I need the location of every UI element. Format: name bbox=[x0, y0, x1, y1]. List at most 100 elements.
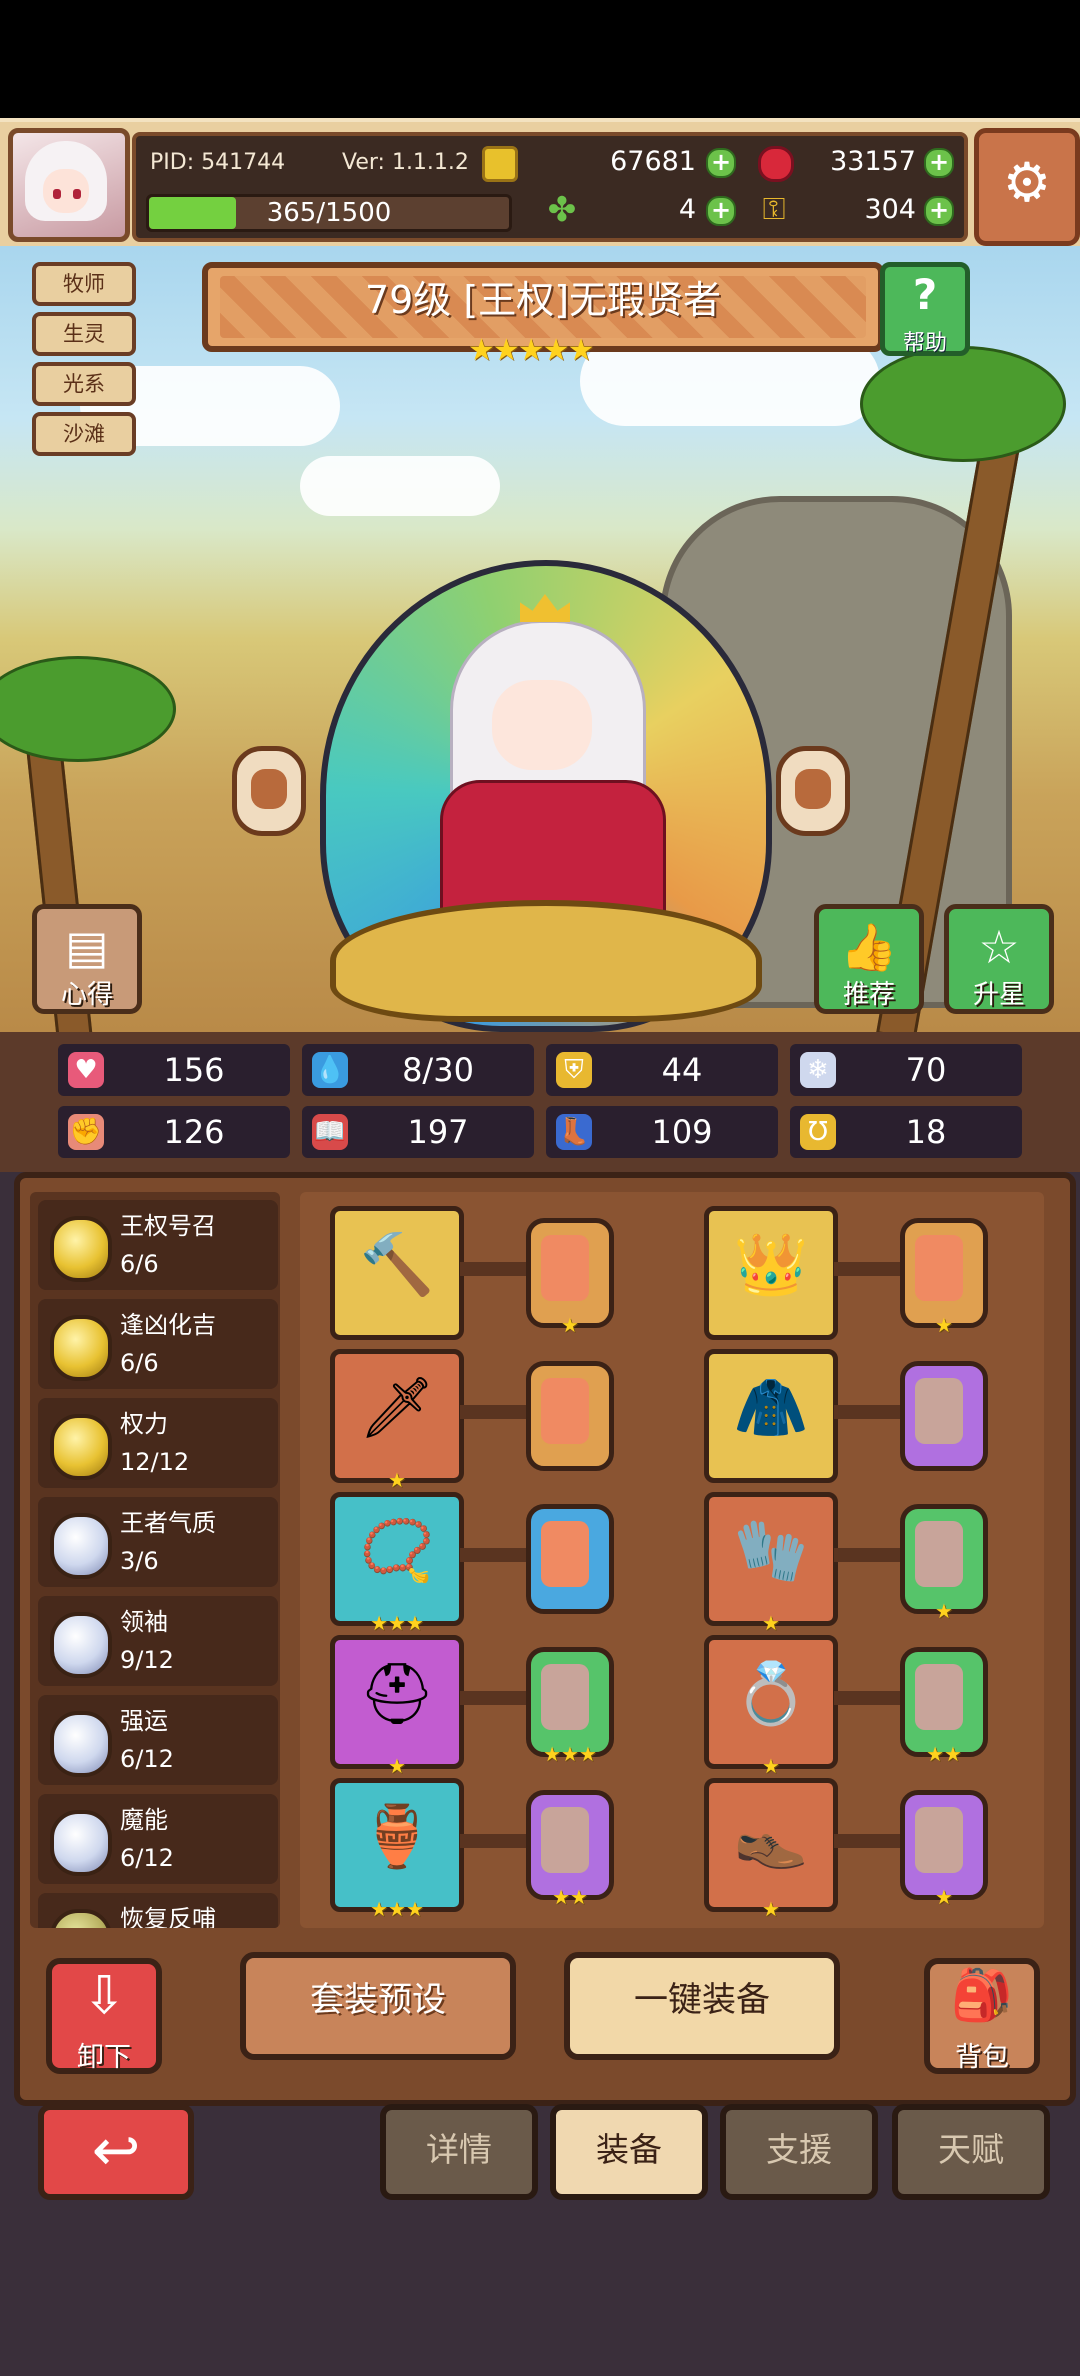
tab-details[interactable]: 详情 bbox=[380, 2104, 538, 2200]
belt-icon: 💍 bbox=[733, 1659, 809, 1729]
tag-race[interactable]: 生灵 bbox=[32, 312, 136, 356]
rune-slot[interactable]: ★ bbox=[526, 1218, 614, 1335]
set-bonus-item[interactable]: 魔能 6/12 bbox=[38, 1794, 278, 1884]
ruby-gem-icon bbox=[758, 146, 794, 182]
status-bar bbox=[0, 0, 1080, 118]
add-gold-button[interactable]: + bbox=[706, 148, 736, 178]
set-name: 王权号召 bbox=[120, 1212, 216, 1240]
thumbs-up-icon: 👍 bbox=[840, 920, 898, 974]
set-bonus-item[interactable]: 权力 12/12 bbox=[38, 1398, 278, 1488]
set-preset-button[interactable]: 套装预设 bbox=[240, 1952, 516, 2060]
clover-icon: ✤ bbox=[547, 190, 577, 230]
scroll-icon: ▤ bbox=[65, 920, 109, 974]
set-bonus-item[interactable]: 领袖 9/12 bbox=[38, 1596, 278, 1686]
equip-slot-necklace[interactable]: 📿 ★★★ bbox=[330, 1492, 464, 1633]
set-bonus-list[interactable]: 王权号召 6/6 逢凶化吉 6/6 权力 12/12 王者气质 3/6 领袖 9/12 强运 6/12… bbox=[30, 1192, 280, 1928]
unequip-button[interactable]: ⇩ 卸下 bbox=[46, 1958, 162, 2074]
equip-slot-helmet[interactable]: ⛑ ★ bbox=[330, 1635, 464, 1776]
slot-connector bbox=[834, 1405, 904, 1419]
rune-slot[interactable] bbox=[526, 1361, 614, 1471]
set-bonus-item[interactable]: 恢复反哺 bbox=[38, 1893, 278, 1928]
rune-slot[interactable] bbox=[526, 1504, 614, 1614]
vase-icon: 🏺 bbox=[359, 1802, 435, 1872]
set-bonus-item[interactable]: 逢凶化吉 6/6 bbox=[38, 1299, 278, 1389]
tag-class[interactable]: 牧师 bbox=[32, 262, 136, 306]
set-count: 3/6 bbox=[120, 1547, 159, 1575]
hero-title: 79级 [王权]无瑕贤者 bbox=[364, 278, 722, 322]
recommend-button[interactable]: 👍 推荐 bbox=[814, 904, 924, 1014]
tag-element[interactable]: 光系 bbox=[32, 362, 136, 406]
rune-star-rating: ★ bbox=[935, 1599, 953, 1623]
set-name: 魔能 bbox=[120, 1806, 168, 1834]
stat-value: 197 bbox=[407, 1113, 469, 1151]
set-bonus-item[interactable]: 强运 6/12 bbox=[38, 1695, 278, 1785]
stat-shield: ⛨ 44 bbox=[546, 1044, 778, 1096]
rune-slot[interactable]: ★★★ bbox=[526, 1647, 614, 1764]
set-medal-icon bbox=[50, 1612, 112, 1678]
rune-slot[interactable]: ★ bbox=[900, 1504, 988, 1621]
add-clover-button[interactable]: + bbox=[706, 196, 736, 226]
teal-rune-icon bbox=[541, 1378, 589, 1444]
equip-slot-robe[interactable]: 🧥 bbox=[704, 1349, 838, 1483]
add-ruby-button[interactable]: + bbox=[924, 148, 954, 178]
set-count: 9/12 bbox=[120, 1646, 174, 1674]
notes-label: 心得 bbox=[60, 980, 113, 1010]
equip-slot-scepter[interactable]: 🔨 bbox=[330, 1206, 464, 1340]
rune-star-rating: ★★★ bbox=[543, 1742, 597, 1766]
equip-slot-gloves[interactable]: 🧤 ★ bbox=[704, 1492, 838, 1633]
equip-slot-vase[interactable]: 🏺 ★★★ bbox=[330, 1778, 464, 1919]
tab-talent[interactable]: 天赋 bbox=[892, 2104, 1050, 2200]
slot-connector bbox=[834, 1691, 904, 1705]
set-name: 王者气质 bbox=[120, 1509, 216, 1537]
equip-star-rating: ★★★ bbox=[370, 1611, 424, 1635]
help-label: 帮助 bbox=[902, 331, 947, 356]
help-button[interactable]: ? 帮助 bbox=[880, 262, 970, 356]
rune-slot[interactable]: ★★ bbox=[900, 1647, 988, 1764]
equip-star-rating: ★ bbox=[762, 1897, 780, 1921]
equip-slot-boots[interactable]: 👞 ★ bbox=[704, 1778, 838, 1919]
set-name: 强运 bbox=[120, 1707, 168, 1735]
rune-slot[interactable]: ★★ bbox=[526, 1790, 614, 1907]
player-id: PID: 541744 bbox=[150, 150, 286, 175]
set-medal-icon bbox=[50, 1414, 112, 1480]
bag-button[interactable]: 🎒 背包 bbox=[924, 1958, 1040, 2074]
set-count: 6/12 bbox=[120, 1844, 174, 1872]
player-header: PID: 541744 Ver: 1.1.1.2 67681 + 33157 +… bbox=[0, 118, 1080, 250]
set-count: 6/6 bbox=[120, 1250, 159, 1278]
tab-support[interactable]: 支援 bbox=[720, 2104, 878, 2200]
stat-value: 156 bbox=[163, 1051, 225, 1089]
previous-hero-button[interactable] bbox=[232, 746, 306, 836]
one-click-equip-button[interactable]: 一键装备 bbox=[564, 1952, 840, 2060]
equip-slot-belt[interactable]: 💍 ★ bbox=[704, 1635, 838, 1776]
player-avatar[interactable] bbox=[8, 128, 130, 242]
next-hero-button[interactable] bbox=[776, 746, 850, 836]
palm-tree-leaves bbox=[860, 346, 1066, 462]
tag-location[interactable]: 沙滩 bbox=[32, 412, 136, 456]
slot-connector bbox=[460, 1405, 530, 1419]
right-arrow-icon bbox=[795, 769, 831, 809]
notes-button[interactable]: ▤ 心得 bbox=[32, 904, 142, 1014]
set-bonus-item[interactable]: 王者气质 3/6 bbox=[38, 1497, 278, 1587]
question-icon: ? bbox=[912, 270, 938, 319]
rune-slot[interactable]: ★ bbox=[900, 1790, 988, 1907]
set-name: 恢复反哺 bbox=[120, 1905, 216, 1928]
tab-equipment[interactable]: 装备 bbox=[550, 2104, 708, 2200]
stat-horseshoe: Ʊ 18 bbox=[790, 1106, 1022, 1158]
left-arrow-icon bbox=[251, 769, 287, 809]
rune-slot[interactable] bbox=[900, 1361, 988, 1471]
purple-rune-icon bbox=[915, 1807, 963, 1873]
set-medal-icon bbox=[50, 1909, 112, 1928]
add-key-button[interactable]: + bbox=[924, 196, 954, 226]
star-up-button[interactable]: ☆ 升星 bbox=[944, 904, 1054, 1014]
equip-star-rating: ★★★ bbox=[370, 1897, 424, 1921]
equip-slot-crown[interactable]: 👑 bbox=[704, 1206, 838, 1340]
settings-button[interactable]: ⚙ bbox=[974, 128, 1080, 246]
scepter-icon: 🔨 bbox=[359, 1230, 435, 1300]
equip-slot-sword[interactable]: 🗡 ★ bbox=[330, 1349, 464, 1490]
key-count: 304 bbox=[864, 194, 916, 225]
set-bonus-item[interactable]: 王权号召 6/6 bbox=[38, 1200, 278, 1290]
green-rune-icon bbox=[915, 1664, 963, 1730]
rune-slot[interactable]: ★ bbox=[900, 1218, 988, 1335]
back-button[interactable]: ↩ bbox=[38, 2104, 194, 2200]
set-name: 领袖 bbox=[120, 1608, 168, 1636]
